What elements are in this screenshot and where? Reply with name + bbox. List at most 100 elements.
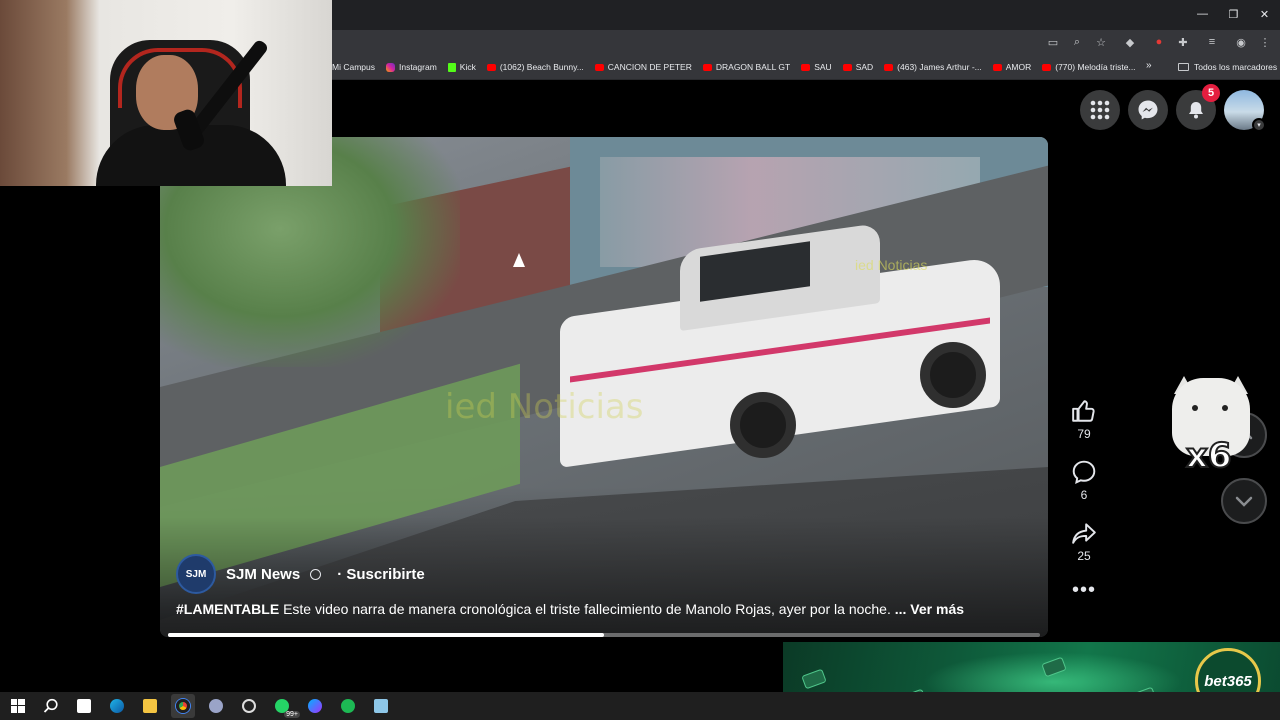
messenger-button[interactable] — [1128, 90, 1168, 130]
caption-text: Este video narra de manera cronológica e… — [279, 601, 891, 617]
youtube-icon — [486, 63, 496, 71]
extension-icon[interactable]: ◆ — [1116, 33, 1144, 51]
folder-icon — [1178, 63, 1189, 71]
youtube-icon — [992, 63, 1002, 71]
menu-grid-button[interactable] — [1080, 90, 1120, 130]
bookmark-label: AMOR — [1005, 62, 1032, 72]
chevron-down-icon — [1235, 496, 1253, 507]
cat-eye — [1222, 405, 1228, 411]
channel-name[interactable]: SJM News — [226, 566, 300, 583]
share-button[interactable]: 25 — [1071, 520, 1097, 563]
next-reel-button[interactable] — [1221, 478, 1267, 524]
bookmark-label: CANCION DE PETER — [607, 62, 692, 72]
youtube-icon — [801, 63, 811, 71]
profile-icon[interactable]: ◉ — [1232, 33, 1250, 51]
bookmark-item[interactable]: SAD — [842, 62, 873, 72]
sticker-multiplier-text: x6 — [1185, 435, 1233, 477]
share-icon — [1072, 523, 1096, 544]
reel-video[interactable]: ied Noticias ied Noticias SJM SJM News ·… — [160, 137, 1048, 637]
puzzle-icon[interactable]: ✚ — [1174, 33, 1192, 51]
bookmark-item[interactable]: (463) James Arthur -... — [884, 62, 982, 72]
whatsapp-badge: 99+ — [284, 711, 300, 718]
webcam-overlay — [0, 0, 332, 186]
cast-icon[interactable]: ▭ — [1044, 33, 1062, 51]
facebook-header-actions: 5 ▾ — [1080, 84, 1266, 132]
video-progress-bar[interactable] — [168, 633, 1040, 637]
edge-icon[interactable] — [105, 694, 129, 718]
share-count: 25 — [1077, 549, 1091, 563]
restore-button[interactable]: ❐ — [1218, 0, 1249, 28]
bookmark-label: (463) James Arthur -... — [897, 62, 982, 72]
all-bookmarks-button[interactable]: Todos los marcadores — [1178, 54, 1277, 80]
globe-icon — [310, 568, 322, 580]
chevron-down-icon: ▾ — [1252, 118, 1266, 132]
youtube-icon — [1042, 63, 1052, 71]
all-bookmarks-label: Todos los marcadores — [1194, 62, 1278, 72]
profile-avatar[interactable]: ▾ — [1224, 90, 1266, 132]
bookmark-label: Mi Campus — [332, 62, 375, 72]
video-watermark-small: ied Noticias — [855, 257, 928, 273]
bookmark-item[interactable]: DRAGON BALL GT — [702, 62, 791, 72]
subscribe-button[interactable]: · Suscribirte — [337, 566, 425, 583]
grid-icon — [1090, 100, 1110, 120]
bookmark-label: SAU — [814, 62, 832, 72]
bookmark-item[interactable]: Instagram — [385, 62, 437, 72]
channel-avatar[interactable]: SJM — [176, 554, 216, 594]
bookmark-item[interactable]: Kick — [447, 62, 476, 72]
comment-icon — [1072, 460, 1096, 484]
more-options-button[interactable]: ••• — [1072, 580, 1096, 600]
messenger-app-icon[interactable] — [303, 694, 327, 718]
video-progress-fill — [168, 633, 604, 637]
file-explorer-icon[interactable] — [138, 694, 162, 718]
video-caption: #LAMENTABLE Este video narra de manera c… — [176, 601, 964, 617]
youtube-icon — [884, 63, 894, 71]
mouse-cursor — [513, 253, 525, 267]
windows-start-icon[interactable] — [6, 694, 30, 718]
notifications-badge: 5 — [1202, 84, 1220, 102]
bookmark-label: DRAGON BALL GT — [715, 62, 791, 72]
like-count: 79 — [1077, 427, 1091, 441]
bookmark-item[interactable]: SAU — [801, 62, 832, 72]
close-button[interactable]: ✕ — [1249, 0, 1280, 28]
bookmark-item[interactable]: CANCION DE PETER — [594, 62, 692, 72]
bookmark-item[interactable]: (1062) Beach Bunny... — [486, 62, 584, 72]
store-icon[interactable] — [72, 694, 96, 718]
like-button[interactable]: 79 — [1071, 398, 1097, 441]
notepad-icon[interactable] — [369, 694, 393, 718]
menu-icon[interactable]: ⋮ — [1256, 33, 1274, 51]
bookmark-item[interactable]: Mi Campus — [332, 62, 375, 72]
notifications-button[interactable]: 5 — [1176, 84, 1220, 130]
bookmarks-list: Mi Campus Instagram Kick (1062) Beach Bunny… — [332, 54, 1136, 80]
star-icon[interactable]: ☆ — [1092, 33, 1110, 51]
bookmark-item[interactable]: AMOR — [992, 62, 1032, 72]
youtube-icon — [702, 63, 712, 71]
comment-button[interactable]: 6 — [1071, 459, 1097, 502]
bookmark-label: Kick — [459, 62, 476, 72]
bookmark-item[interactable]: (770) Melodía triste... — [1042, 62, 1136, 72]
extension-red-icon[interactable]: ● — [1150, 33, 1168, 51]
media-icon[interactable]: ≡ — [1198, 33, 1226, 51]
search-icon[interactable] — [39, 694, 63, 718]
bell-icon — [1189, 102, 1203, 119]
minimize-button[interactable]: — — [1187, 0, 1218, 28]
zoom-icon[interactable]: ⌕ — [1068, 33, 1086, 51]
spotify-icon[interactable] — [336, 694, 360, 718]
window-controls: — ❐ ✕ — [1187, 0, 1280, 28]
cat-eye — [1192, 405, 1198, 411]
bookmark-label: (1062) Beach Bunny... — [499, 62, 584, 72]
instagram-icon — [385, 62, 395, 72]
reel-actions: 79 6 25 ••• — [1064, 398, 1104, 600]
bookmark-label: Instagram — [398, 62, 437, 72]
see-more-button[interactable]: ... Ver más — [891, 601, 964, 617]
whatsapp-icon[interactable]: 99+ — [270, 694, 300, 718]
thumbs-up-icon — [1072, 400, 1095, 422]
obs-icon[interactable] — [237, 694, 261, 718]
caption-hashtag[interactable]: #LAMENTABLE — [176, 601, 279, 617]
video-watermark: ied Noticias — [445, 387, 644, 427]
youtube-icon — [594, 63, 604, 71]
app-icon[interactable] — [204, 694, 228, 718]
chrome-icon[interactable] — [171, 694, 195, 718]
messenger-icon — [1138, 100, 1158, 120]
bookmarks-overflow-button[interactable]: » — [1146, 60, 1152, 71]
windows-taskbar: 99+ — [0, 692, 1280, 720]
